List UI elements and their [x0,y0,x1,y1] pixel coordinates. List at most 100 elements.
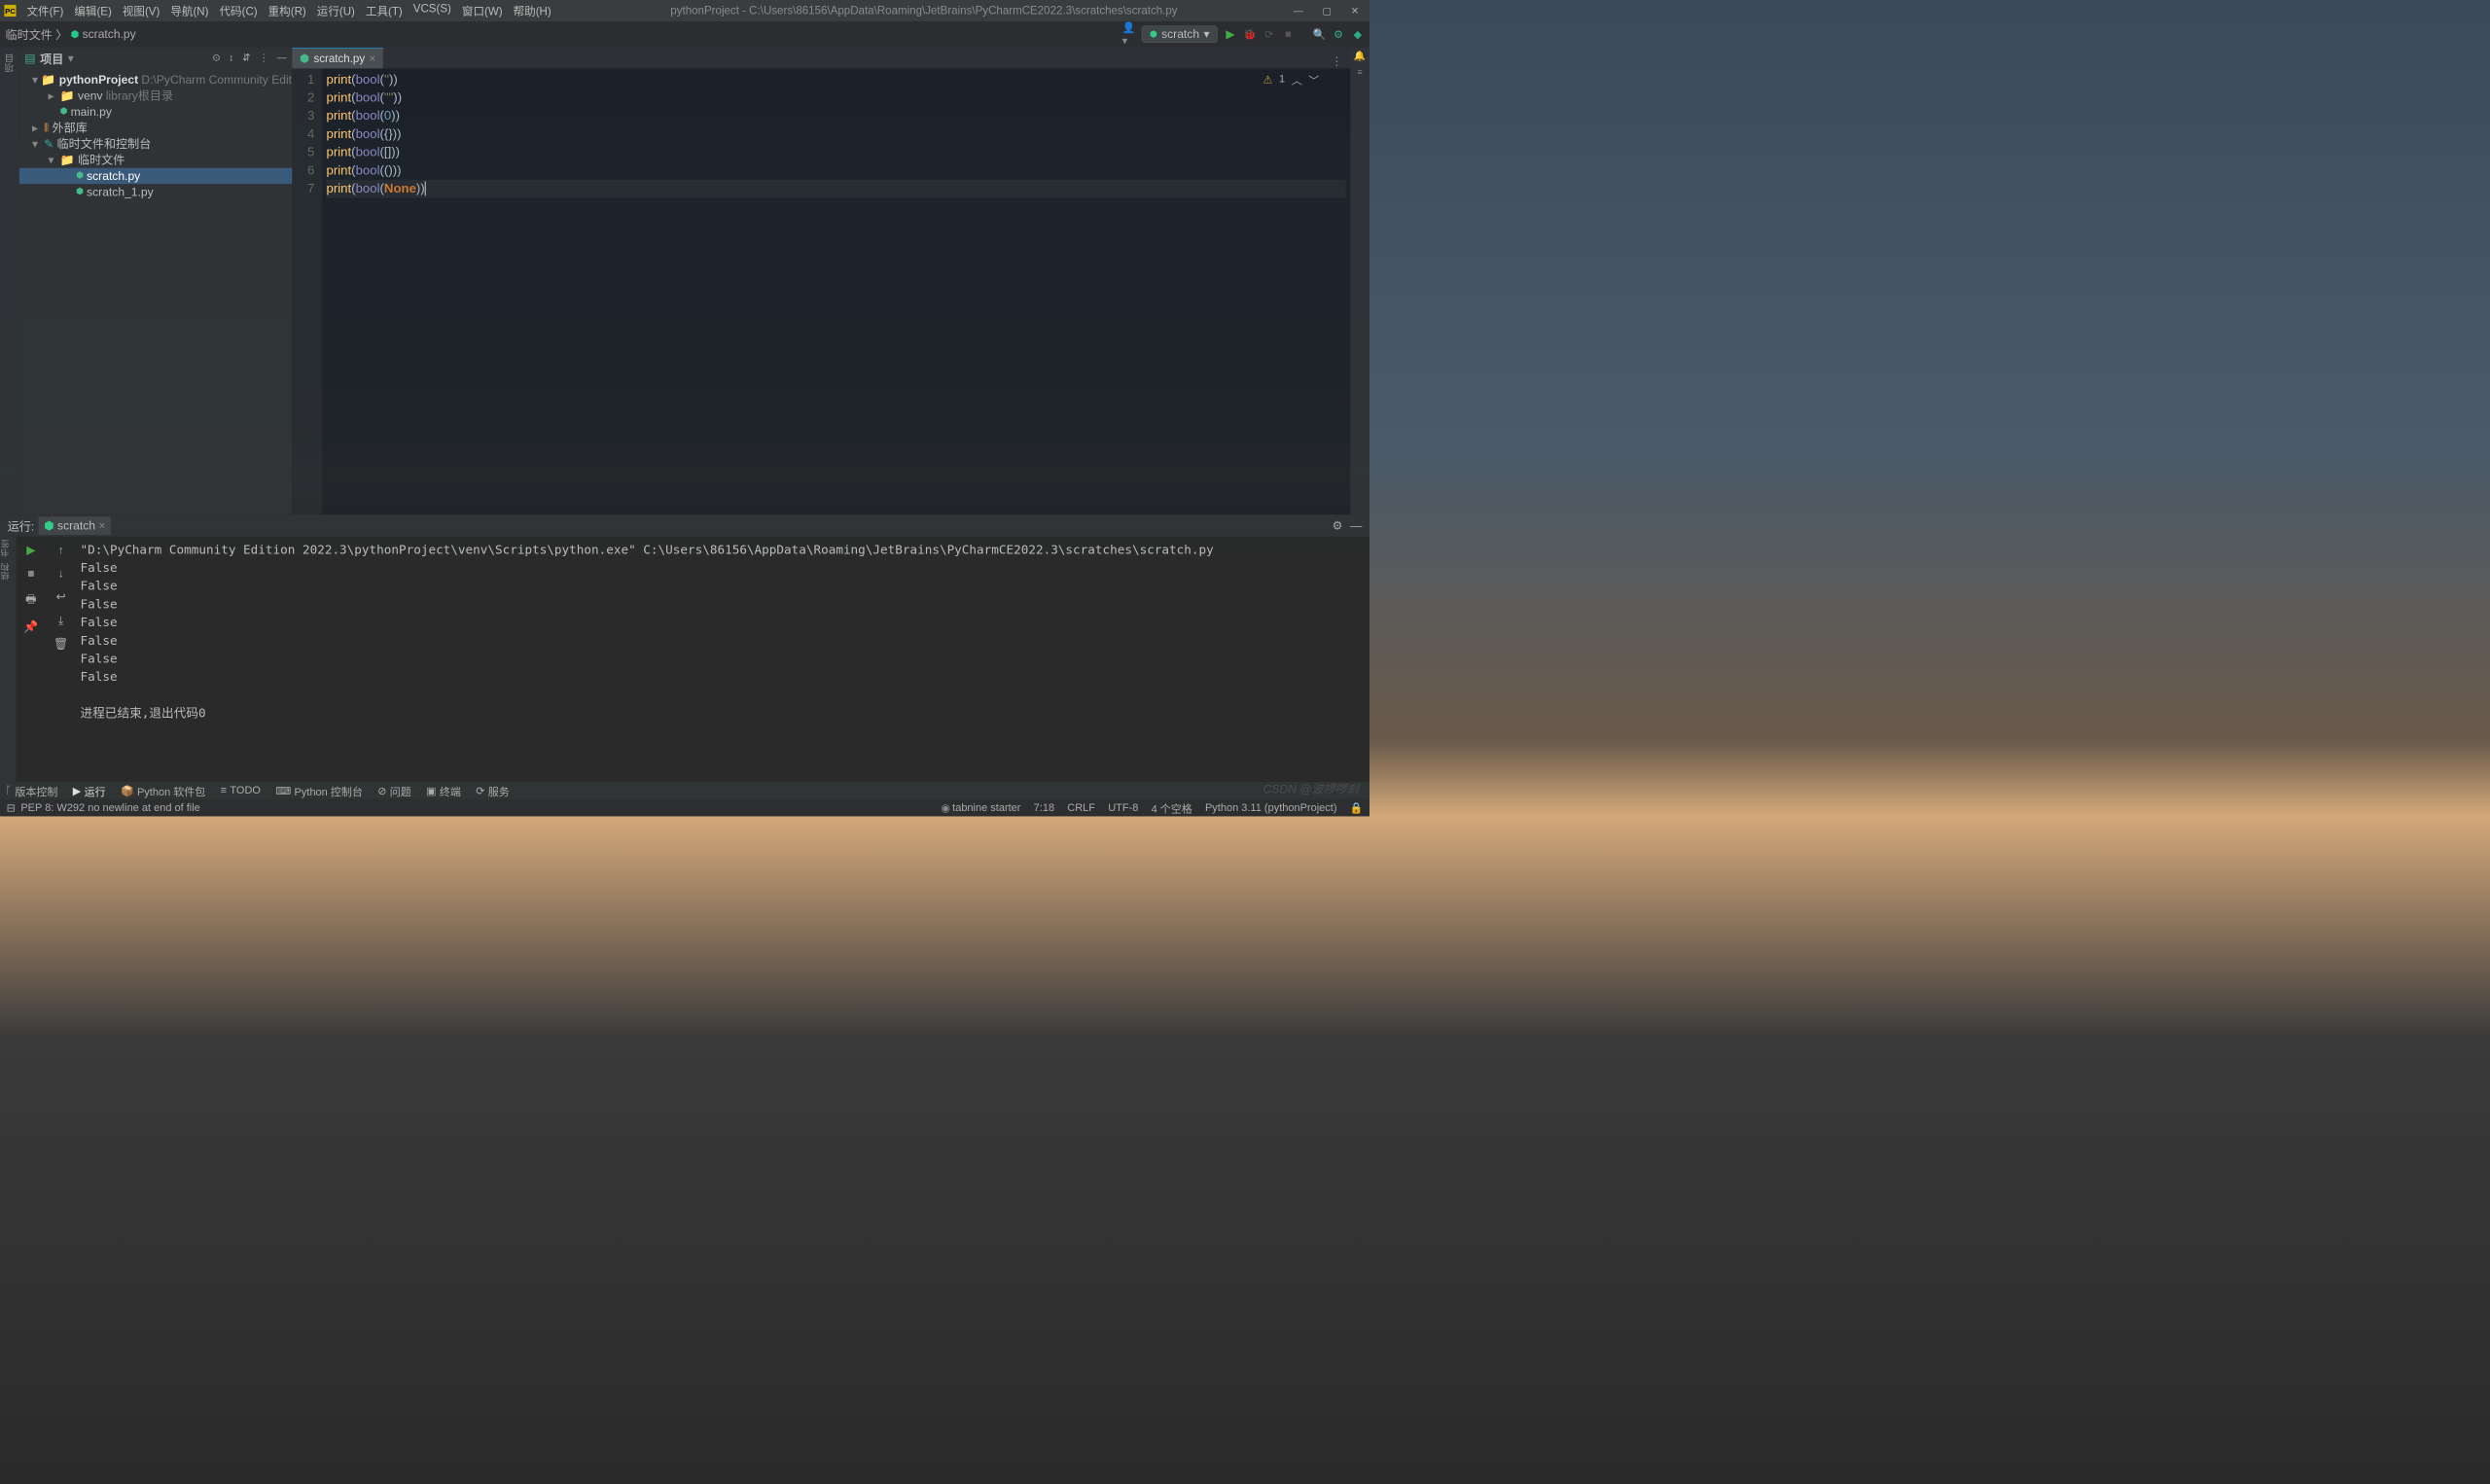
run-panel: 运行: ⬢ scratch × ⚙ — 书签 结构 ▶ ■ 🖶 📌 [0,514,1370,782]
notifications-icon[interactable]: 🔔 [1354,51,1366,62]
up-icon[interactable]: ↑ [58,543,64,556]
toolstrip-item[interactable]: ⌨Python 控制台 [275,783,362,798]
file-encoding[interactable]: UTF-8 [1108,801,1138,814]
tree-row[interactable]: ⬢scratch.py [19,168,293,185]
database-icon[interactable]: ≡ [1358,68,1363,78]
toolstrip-item[interactable]: ᚴ版本控制 [6,783,58,798]
run-tab-label: scratch [57,519,95,533]
minimize-icon[interactable]: — [1294,5,1303,17]
rerun-icon[interactable]: ▶ [26,543,35,556]
toolstrip-item[interactable]: ⊘问题 [377,783,411,798]
tree-row[interactable]: ▸📁venv library根目录 [19,88,293,104]
status-toggle-icon[interactable]: ⊟ [7,801,16,815]
project-tree[interactable]: ▾📁pythonProject D:\PyCharm Community Edi… [19,70,293,515]
line-gutter: 1234567 [292,68,322,514]
run-icon[interactable]: ▶ [1224,28,1236,41]
tree-row[interactable]: ⬢scratch_1.py [19,184,293,200]
breadcrumb-root[interactable]: 临时文件 [6,25,53,43]
line-separator[interactable]: CRLF [1067,801,1095,814]
run-toolbar-2: ↑ ↓ ↩ ⤓ 🗑 [46,537,76,782]
run-panel-tab[interactable]: ⬢ scratch × [39,516,111,535]
scroll-end-icon[interactable]: ⤓ [58,614,63,627]
menu-item[interactable]: 代码(C) [216,2,261,20]
menu-item[interactable]: 运行(U) [313,2,358,20]
down-icon[interactable]: ↓ [58,566,64,580]
interpreter-info[interactable]: Python 3.11 (pythonProject) [1205,801,1337,814]
cursor-position[interactable]: 7:18 [1034,801,1054,814]
project-pane: ▤ 项目 ▾ ⊙ ↕ ⇵ ⋮ — ▾📁pythonProject D:\PyCh… [19,47,293,514]
project-pane-title: 项目 [40,50,63,67]
close-icon[interactable]: ✕ [1351,5,1359,17]
lock-icon[interactable]: 🔒 [1350,801,1364,815]
clear-icon[interactable]: 🗑 [53,637,68,651]
menu-item[interactable]: 帮助(H) [510,2,554,20]
tabnine-widget[interactable]: ◉ tabnine starter [941,801,1020,815]
structure-tab[interactable]: 结构 [0,560,13,583]
hide-run-icon[interactable]: — [1350,519,1362,533]
run-config-label: scratch [1161,27,1199,41]
project-pane-header: ▤ 项目 ▾ ⊙ ↕ ⇵ ⋮ — [19,47,293,69]
editor-tab-label: scratch.py [313,53,365,65]
toolstrip-item[interactable]: ⟳服务 [476,783,510,798]
run-panel-label: 运行: [8,517,35,535]
breadcrumb[interactable]: 临时文件 〉 ⬢ scratch.py [6,25,136,43]
breadcrumb-file[interactable]: scratch.py [83,27,136,41]
settings-icon[interactable]: ⚙ [1333,28,1345,41]
menu-item[interactable]: 工具(T) [363,2,406,20]
select-opened-file-icon[interactable]: ⊙ [212,53,220,64]
menu-item[interactable]: VCS(S) [409,2,454,20]
editor-tab[interactable]: ⬢ scratch.py × [292,48,383,68]
chevron-right-icon: 〉 [55,25,67,43]
coverage-icon[interactable]: ⟳ [1263,28,1275,41]
run-config-selector[interactable]: ⬢ scratch ▾ [1142,25,1218,43]
menu-item[interactable]: 导航(N) [167,2,212,20]
menu-item[interactable]: 视图(V) [120,2,163,20]
code-with-me-icon[interactable]: 👤▾ [1122,28,1135,41]
menu-item[interactable]: 编辑(E) [71,2,115,20]
stop-run-icon[interactable]: ■ [27,566,34,580]
tree-row[interactable]: ⬢main.py [19,104,293,121]
next-highlight-icon[interactable]: ﹀ [1308,72,1319,88]
close-tab-icon[interactable]: × [370,53,376,65]
tree-row[interactable]: ▾📁临时文件 [19,152,293,168]
ide-features-icon[interactable]: ◆ [1351,28,1364,41]
console-output[interactable]: "D:\PyCharm Community Edition 2022.3\pyt… [76,537,1370,782]
collapse-all-icon[interactable]: ⇵ [242,53,250,64]
close-run-tab-icon[interactable]: × [98,519,105,533]
print-icon[interactable]: 🖶 [25,590,36,611]
toolstrip-item[interactable]: ≡TODO [221,785,261,797]
chevron-down-icon[interactable]: ▾ [68,52,74,65]
toolstrip-item[interactable]: ▶运行 [73,783,106,798]
tree-row[interactable]: ▾✎临时文件和控制台 [19,136,293,153]
soft-wrap-icon[interactable]: ↩ [56,590,66,604]
tab-options-icon[interactable]: ⋮ [1324,54,1351,68]
menu-item[interactable]: 重构(R) [265,2,309,20]
menu-item[interactable]: 窗口(W) [459,2,506,20]
show-options-icon[interactable]: ⋮ [259,53,268,64]
pin-icon[interactable]: 📌 [23,619,38,633]
toolstrip-item[interactable]: 📦Python 软件包 [121,783,205,798]
hide-icon[interactable]: — [277,53,287,64]
warning-icon: ⚠ [1263,73,1273,87]
bookmarks-tab[interactable]: 书签 [0,537,13,560]
search-icon[interactable]: 🔍 [1313,28,1326,41]
project-view-icon[interactable]: ▤ [24,52,35,65]
debug-icon[interactable]: 🐞 [1243,28,1256,41]
maximize-icon[interactable]: ▢ [1323,5,1332,17]
tree-row[interactable]: ▾📁pythonProject D:\PyCharm Community Edi… [19,72,293,88]
code-area[interactable]: print(bool(''))print(bool(""))print(bool… [322,68,1350,514]
python-icon: ⬢ [1150,29,1157,40]
python-icon: ⬢ [44,519,54,533]
editor-body[interactable]: 1234567 print(bool(''))print(bool(""))pr… [292,68,1350,514]
right-gutter: 🔔 ≡ [1350,47,1370,514]
project-tool-tab[interactable]: 项目 [3,51,17,76]
inspection-widget[interactable]: ⚠ 1 ︿ ﹀ [1263,72,1320,88]
expand-all-icon[interactable]: ↕ [229,53,233,64]
tree-row[interactable]: ▸⫴外部库 [19,120,293,135]
menu-item[interactable]: 文件(F) [23,2,66,20]
run-settings-icon[interactable]: ⚙ [1333,519,1343,533]
indent-info[interactable]: 4 个空格 [1152,800,1192,816]
prev-highlight-icon[interactable]: ︿ [1292,72,1302,88]
toolstrip-item[interactable]: ▣终端 [426,783,461,798]
stop-icon[interactable]: ■ [1282,28,1295,41]
